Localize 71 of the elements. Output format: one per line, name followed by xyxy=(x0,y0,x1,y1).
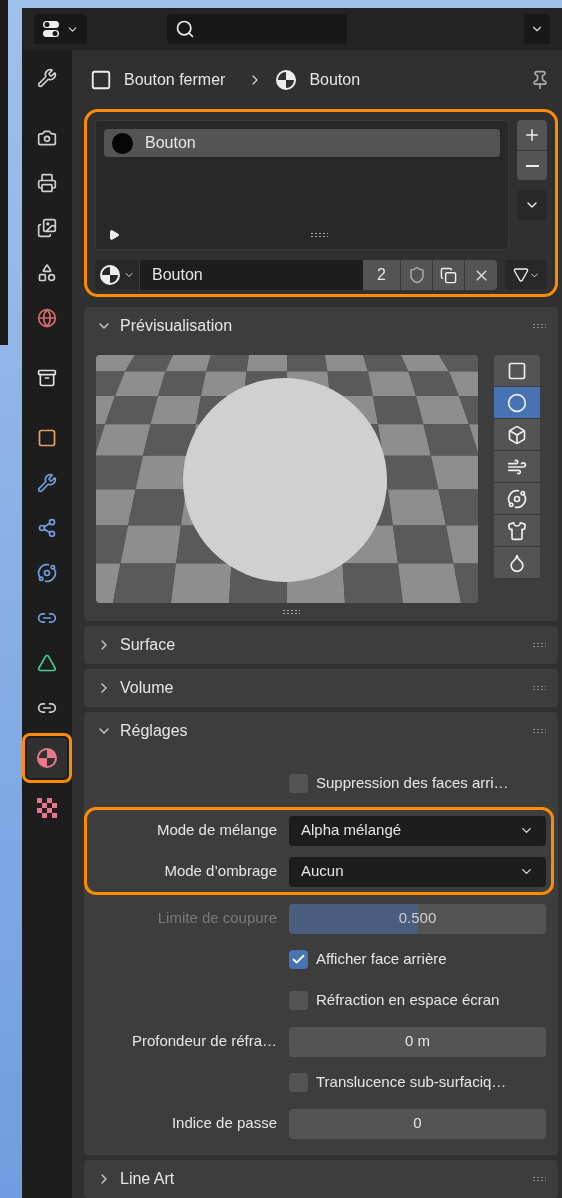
plus-icon xyxy=(523,126,541,144)
panel-title: Réglages xyxy=(120,721,188,741)
checker-icon xyxy=(37,798,57,818)
square-icon xyxy=(37,428,57,448)
checkbox-label: Afficher face arrière xyxy=(316,949,447,970)
play-icon[interactable] xyxy=(108,229,120,241)
shapes-icon xyxy=(37,263,57,283)
duplicate-button[interactable] xyxy=(433,260,465,290)
pin-icon[interactable] xyxy=(530,69,550,90)
panel-title: Surface xyxy=(120,635,176,655)
panel-header[interactable]: Prévisualisation xyxy=(84,307,558,345)
checkbox-label: Réfraction en espace écran xyxy=(316,990,500,1011)
material-icon xyxy=(275,68,298,91)
browse-material-button[interactable] xyxy=(95,260,140,290)
sphere-icon xyxy=(507,392,527,413)
breadcrumb-item[interactable]: Bouton xyxy=(309,67,361,92)
field-label: Limite de coupure xyxy=(156,908,277,929)
camera-icon xyxy=(37,128,57,148)
printer-icon xyxy=(37,173,57,193)
checkbox[interactable] xyxy=(289,950,308,969)
panel-header[interactable]: Réglages xyxy=(84,712,558,750)
cube-icon xyxy=(507,424,527,445)
material-name-field[interactable]: Bouton xyxy=(140,260,363,290)
dropdown[interactable]: Alpha mélangé xyxy=(289,815,546,846)
orbit-icon xyxy=(37,563,57,583)
object-icon xyxy=(90,68,112,91)
editor-type-button[interactable] xyxy=(34,14,87,44)
node-tree-button[interactable] xyxy=(505,260,547,290)
search-icon xyxy=(175,19,195,39)
breadcrumb-item[interactable]: Bouton fermer xyxy=(124,67,226,92)
shirt-icon xyxy=(507,520,527,541)
field-label: Mode d’ombrage xyxy=(163,861,277,882)
square-icon xyxy=(507,360,527,381)
field-label: Indice de passe xyxy=(170,1113,277,1134)
ball-icon xyxy=(507,488,527,509)
field-label: Profondeur de réfra… xyxy=(130,1031,277,1052)
droplet-icon xyxy=(507,552,527,573)
triangle-icon xyxy=(512,267,529,283)
material-icon xyxy=(36,747,58,769)
field-label: Mode de mélange xyxy=(155,820,277,841)
check-icon xyxy=(291,952,306,967)
slot-item[interactable]: Bouton xyxy=(104,129,500,157)
unlink-button[interactable] xyxy=(465,260,497,290)
preview-shape-button[interactable] xyxy=(494,387,540,419)
archive-icon xyxy=(37,368,57,388)
panel-title: Volume xyxy=(120,678,174,698)
images-icon xyxy=(37,218,57,238)
copy-icon xyxy=(440,266,457,284)
number-field[interactable]: 0 m xyxy=(289,1026,546,1057)
fake-user-button[interactable] xyxy=(401,260,433,290)
number-field[interactable]: 0 xyxy=(289,1108,546,1139)
panel-header[interactable]: Volume xyxy=(84,669,558,707)
dropdown[interactable]: Aucun xyxy=(289,856,546,887)
material-icon xyxy=(99,264,121,286)
menu-button[interactable] xyxy=(517,190,547,220)
wrench-icon xyxy=(37,473,57,493)
checkbox-label: Suppression des faces arri… xyxy=(316,773,509,794)
shield-icon xyxy=(407,266,426,284)
checkbox-label: Translucence sub-surfaciq… xyxy=(316,1072,507,1093)
minus-icon xyxy=(525,164,539,167)
search-field[interactable] xyxy=(167,14,347,44)
user-count[interactable]: 2 xyxy=(363,260,401,290)
wrench-icon xyxy=(37,68,57,88)
globe-icon xyxy=(37,308,57,328)
triangle-icon xyxy=(37,653,57,673)
panel-header[interactable]: Line Art xyxy=(84,1160,558,1198)
nodes-icon xyxy=(37,518,57,538)
toggle-icon xyxy=(42,20,62,38)
panel-header[interactable]: Surface xyxy=(84,626,558,664)
panel-title: Line Art xyxy=(120,1169,175,1189)
panel-title: Prévisualisation xyxy=(120,316,233,336)
